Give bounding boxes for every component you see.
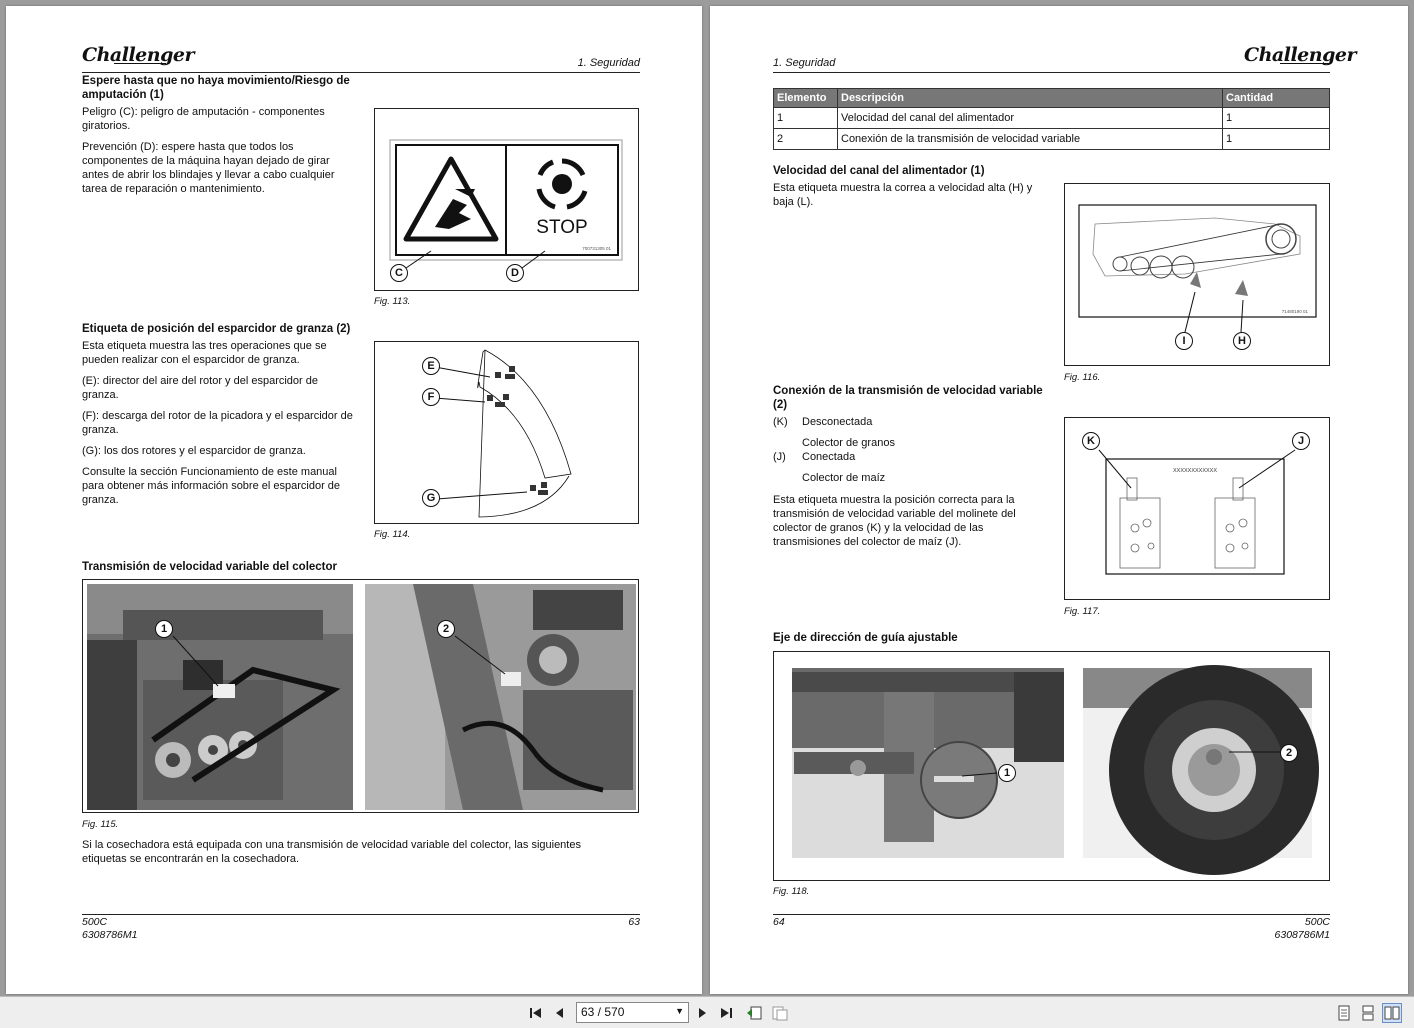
steering-axle-photos	[792, 665, 1319, 875]
callout-d: D	[506, 264, 524, 282]
table-header: Descripción	[837, 88, 1223, 108]
chaff-spreader-label-illustration	[434, 349, 572, 518]
last-page-icon[interactable]	[716, 1003, 736, 1023]
k-header: Colector de granos	[802, 437, 895, 449]
logo-underline	[114, 63, 166, 64]
figure-caption: Fig. 114.	[374, 529, 411, 540]
paragraph: Esta etiqueta muestra la correa a veloci…	[773, 182, 1033, 208]
figure-118: 1 2	[773, 651, 1330, 881]
callout-f: F	[422, 388, 440, 406]
paragraph: (F): descarga del rotor de la picadora y…	[82, 410, 353, 436]
header-drive-photos	[87, 584, 636, 810]
facing-pages-icon[interactable]	[1382, 1003, 1402, 1023]
table-cell: 1	[1222, 128, 1330, 150]
header-rule	[773, 72, 1330, 73]
stop-text: STOP	[536, 217, 587, 238]
callout-k: K	[1082, 432, 1100, 450]
footer-page-number: 63	[628, 916, 640, 928]
pdf-toolbar: 63 / 570 ▼	[0, 996, 1414, 1028]
callout-h: H	[1233, 332, 1251, 350]
table-cell: 2	[773, 128, 838, 150]
section-heading: Etiqueta de posición del esparcidor de g…	[82, 323, 351, 335]
section-heading: Transmisión de velocidad variable del co…	[82, 561, 338, 573]
callout-2: 2	[437, 620, 455, 638]
section-header: 1. Seguridad	[577, 57, 640, 69]
figure-116: 71480190 01 I H	[1064, 183, 1330, 366]
part-number: 71480190 01	[1282, 309, 1309, 314]
dropdown-arrow-icon: ▼	[675, 1006, 684, 1016]
single-page-icon[interactable]	[1334, 1003, 1354, 1023]
right-page: 1. Seguridad Challenger Elemento Descrip…	[710, 6, 1408, 994]
table-cell: Conexión de la transmisión de velocidad …	[837, 128, 1223, 150]
callout-e: E	[422, 357, 440, 375]
go-back-icon[interactable]	[744, 1003, 764, 1023]
callout-c: C	[390, 264, 408, 282]
figure-caption: Fig. 115.	[82, 819, 119, 830]
table-cell: 1	[773, 107, 838, 129]
callout-1: 1	[155, 620, 173, 638]
parts-table: Elemento Descripción Cantidad 1 Velocida…	[773, 88, 1330, 150]
page-indicator: 63 / 570	[581, 1005, 625, 1019]
first-page-icon[interactable]	[526, 1003, 546, 1023]
callout-1: 1	[998, 764, 1016, 782]
figure-caption: Fig. 118.	[773, 886, 810, 897]
left-page: Challenger 1. Seguridad Espere hasta que…	[6, 6, 702, 994]
figure-117: XXXXXXXXXXXX K J	[1064, 417, 1330, 600]
paragraph: Prevención (D): espere hasta que todos l…	[82, 141, 335, 195]
go-forward-icon[interactable]	[770, 1003, 790, 1023]
footer-doc-number: 6308786M1	[82, 929, 138, 941]
table-header: Cantidad	[1222, 88, 1330, 108]
footer-rule	[82, 914, 640, 915]
footer-doc-number: 6308786M1	[1274, 929, 1330, 941]
paragraph: Esta etiqueta muestra las tres operacion…	[82, 340, 327, 366]
paragraph: Si la cosechadora está equipada con una …	[82, 839, 581, 865]
table-row: 1 Velocidad del canal del alimentador 1	[773, 107, 1330, 129]
paragraph: Peligro (C): peligro de amputación - com…	[82, 106, 325, 132]
figure-113: STOP 700731305 01 C D	[374, 108, 639, 291]
table-cell: Velocidad del canal del alimentador	[837, 107, 1223, 129]
next-page-icon[interactable]	[692, 1003, 712, 1023]
figure-caption: Fig. 117.	[1064, 606, 1101, 617]
section-heading: Eje de dirección de guía ajustable	[773, 632, 958, 644]
logo-underline	[1280, 63, 1330, 64]
table-cell: 1	[1222, 107, 1330, 129]
section-header: 1. Seguridad	[773, 57, 836, 69]
figure-caption: Fig. 113.	[374, 296, 411, 307]
k-label: (K)	[773, 416, 788, 428]
paragraph: (E): director del aire del rotor y del e…	[82, 375, 318, 401]
figure-115: 1 2	[82, 579, 639, 813]
footer-page-number: 64	[773, 916, 785, 928]
paragraph: (G): los dos rotores y el esparcidor de …	[82, 445, 306, 457]
header-rule	[82, 72, 640, 73]
xs-text: XXXXXXXXXXXX	[1173, 468, 1217, 474]
callout-g: G	[422, 489, 440, 507]
callout-j: J	[1292, 432, 1310, 450]
footer-model: 500C	[82, 916, 108, 928]
j-state: Conectada	[802, 451, 856, 463]
j-label: (J)	[773, 451, 786, 463]
warning-label-illustration: STOP 700731305 01	[389, 139, 623, 269]
rotating-arrows-icon	[536, 158, 588, 210]
callout-2: 2	[1280, 744, 1298, 762]
continuous-page-icon[interactable]	[1358, 1003, 1378, 1023]
table-row: 2 Conexión de la transmisión de velocida…	[773, 128, 1330, 150]
paragraph: Consulte la sección Funcionamiento de es…	[82, 466, 341, 506]
page-number-select[interactable]: 63 / 570 ▼	[576, 1002, 689, 1023]
variable-drive-label-illustration: XXXXXXXXXXXX	[1098, 449, 1296, 575]
feeder-speed-label-illustration: 71480190 01	[1078, 204, 1317, 333]
table-header: Elemento	[773, 88, 838, 108]
figure-caption: Fig. 116.	[1064, 372, 1101, 383]
footer-model: 500C	[1304, 916, 1330, 928]
footer-rule	[773, 914, 1330, 915]
figure-114: E F G	[374, 341, 639, 524]
part-number: 700731305 01	[582, 246, 611, 251]
section-heading: Conexión de la transmisión de velocidad …	[773, 385, 1043, 411]
j-header: Colector de maíz	[802, 472, 886, 484]
prev-page-icon[interactable]	[550, 1003, 570, 1023]
callout-i: I	[1175, 332, 1193, 350]
section-heading: Velocidad del canal del alimentador (1)	[773, 165, 985, 177]
paragraph: Esta etiqueta muestra la posición correc…	[773, 494, 1016, 548]
k-state: Desconectada	[802, 416, 873, 428]
section-heading: Espere hasta que no haya movimiento/Ries…	[82, 75, 350, 101]
